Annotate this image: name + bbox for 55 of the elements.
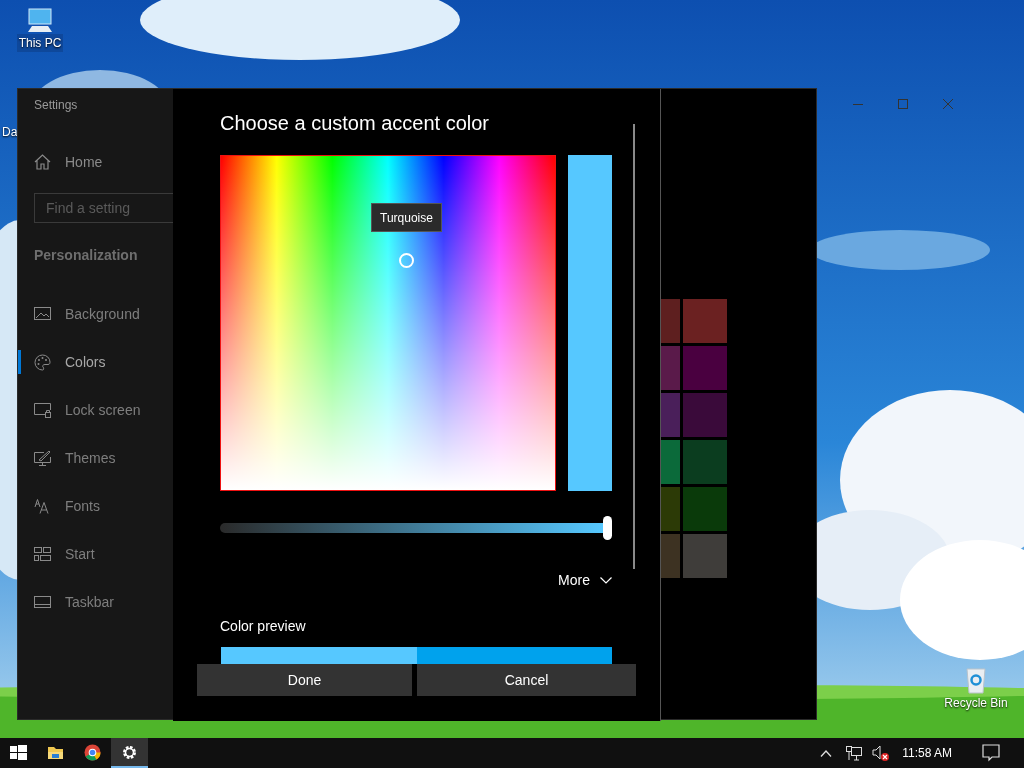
color-swatch[interactable] <box>661 299 680 343</box>
section-label: Color preview <box>220 617 306 636</box>
icon-label[interactable]: This PC <box>16 34 64 52</box>
home-icon[interactable] <box>34 154 51 170</box>
taskbar-icon[interactable] <box>34 593 51 611</box>
nav-item[interactable]: Background <box>65 303 140 325</box>
notification-icon[interactable] <box>982 744 1000 762</box>
color-swatch[interactable] <box>661 393 680 437</box>
picker-handle[interactable] <box>399 253 414 268</box>
tooltip: Turquoise <box>371 203 442 232</box>
image-icon[interactable] <box>34 305 51 323</box>
chevron-down-icon[interactable] <box>600 576 612 584</box>
done-button[interactable]: Done <box>197 664 412 696</box>
nav-item[interactable]: Colors <box>65 351 106 373</box>
nav-item[interactable]: Lock screen <box>65 399 141 421</box>
more-toggle[interactable]: More <box>220 568 612 592</box>
taskbar-button[interactable] <box>111 738 148 768</box>
recycle-bin-icon[interactable] <box>964 666 988 694</box>
dialog-title: Choose a custom accent color <box>220 111 490 136</box>
color-swatch[interactable] <box>683 393 727 437</box>
color-swatch[interactable] <box>683 534 727 578</box>
windows-logo-icon[interactable] <box>9 742 28 762</box>
monitor-lock-icon[interactable] <box>34 401 51 419</box>
search-field[interactable]: Find a setting <box>34 193 173 223</box>
color-swatch[interactable] <box>661 440 680 484</box>
window-title: Settings <box>34 98 78 112</box>
palette-icon[interactable] <box>34 353 51 371</box>
color-spectrum[interactable]: Turquoise <box>220 155 556 491</box>
color-swatch[interactable] <box>661 487 680 531</box>
home-link[interactable]: Home <box>65 151 103 173</box>
color-swatch[interactable] <box>683 440 727 484</box>
tiles-icon[interactable] <box>34 545 51 563</box>
cancel-button[interactable]: Cancel <box>417 664 636 696</box>
brush-icon[interactable] <box>34 449 51 467</box>
slider-thumb[interactable] <box>603 516 612 540</box>
color-swatch[interactable] <box>683 346 727 390</box>
nav-item[interactable]: Themes <box>65 447 116 469</box>
clock-time[interactable]: 11:58 AM <box>902 744 952 762</box>
color-swatch[interactable] <box>661 346 680 390</box>
computer-icon[interactable] <box>26 8 54 34</box>
nav-item[interactable]: Taskbar <box>65 591 115 613</box>
icon-label[interactable]: Da <box>2 123 18 141</box>
nav-item[interactable]: Fonts <box>65 495 100 517</box>
network-icon[interactable] <box>846 745 863 761</box>
letters-icon[interactable] <box>34 497 51 515</box>
scrollbar[interactable] <box>633 124 635 569</box>
slider-track[interactable] <box>220 523 603 533</box>
muted-speaker-icon[interactable] <box>872 745 891 761</box>
color-swatch[interactable] <box>661 534 680 578</box>
nav-item[interactable]: Start <box>65 543 95 565</box>
chevron-up-icon[interactable] <box>820 749 833 757</box>
color-swatch[interactable] <box>683 487 727 531</box>
section-heading: Personalization <box>34 246 138 265</box>
color-swatch[interactable] <box>683 299 727 343</box>
browser-icon[interactable] <box>83 742 102 762</box>
